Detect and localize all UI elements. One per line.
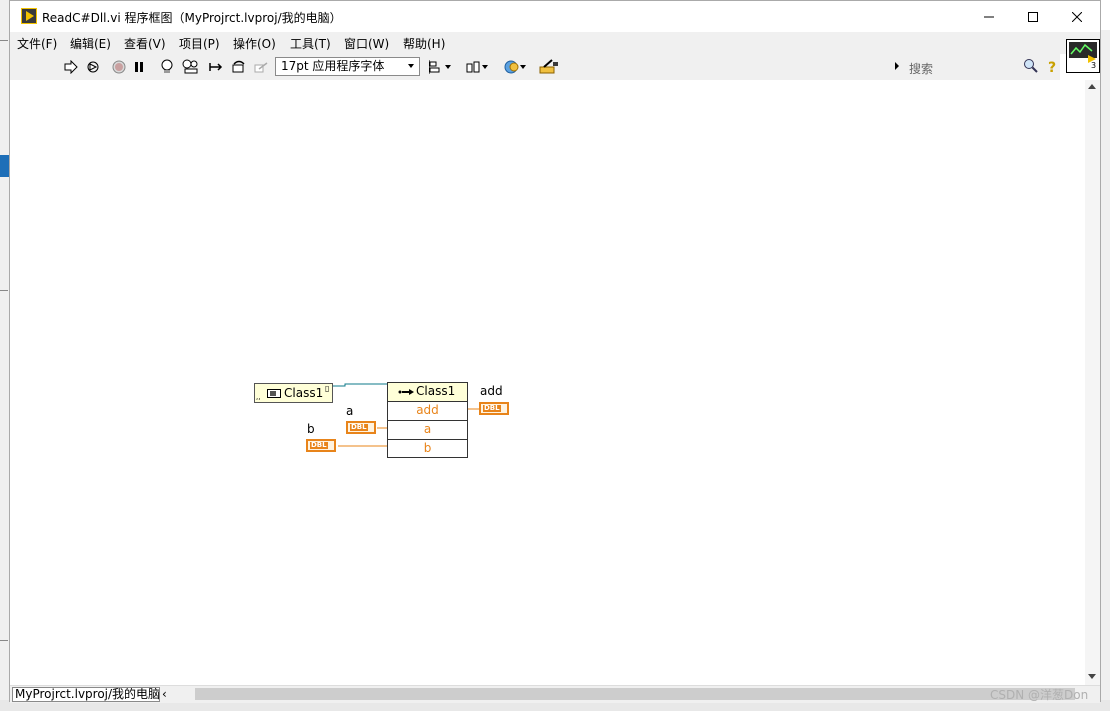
labview-app-icon [21, 8, 37, 24]
context-help-button[interactable]: ? [1043, 58, 1061, 76]
label-add: add [480, 384, 503, 398]
menu-view[interactable]: 查看(V) [124, 35, 166, 52]
vi-icon-connector-pane[interactable]: 3 [1066, 39, 1100, 73]
reorder-icon [504, 60, 526, 74]
reorder-button[interactable] [502, 58, 528, 76]
refnum-wire [333, 383, 388, 387]
dropdown-arrow-icon [408, 64, 414, 68]
menu-window[interactable]: 窗口(W) [344, 35, 389, 52]
block-diagram-canvas[interactable]: Class1 ,, ▯ Class1 add a b a b add DBL D… [10, 80, 1085, 685]
constructor-icon [267, 389, 281, 398]
property-row-add[interactable]: add [388, 401, 467, 421]
window-title: ReadC#Dll.vi 程序框图（MyProjrct.lvproj/我的电脑） [42, 11, 342, 25]
property-node-arrow-icon [398, 389, 414, 395]
project-context-field[interactable]: MyProjrct.lvproj/我的电脑 [12, 687, 160, 702]
retain-wire-values-button[interactable] [182, 58, 200, 76]
run-button[interactable] [62, 58, 80, 76]
background-divider [0, 290, 8, 291]
menu-operate[interactable]: 操作(O) [233, 35, 276, 52]
menu-help[interactable]: 帮助(H) [403, 35, 445, 52]
step-out-button[interactable] [252, 58, 270, 76]
constructor-class-label: Class1 [284, 386, 324, 400]
step-out-icon [254, 62, 268, 73]
minimize-button[interactable] [966, 1, 1012, 32]
pause-button[interactable] [130, 58, 148, 76]
search-placeholder: 搜索 [909, 62, 934, 76]
run-arrow-icon [64, 60, 78, 74]
align-objects-icon [429, 60, 451, 74]
step-into-icon [209, 63, 223, 71]
title-bar[interactable]: ReadC#Dll.vi 程序框图（MyProjrct.lvproj/我的电脑） [10, 1, 1100, 32]
property-node-header: Class1 [388, 383, 467, 402]
connector-pane-number: 3 [1091, 61, 1097, 70]
minimize-icon [984, 16, 994, 17]
menu-bar: 文件(F) 编辑(E) 查看(V) 项目(P) 操作(O) 工具(T) 窗口(W… [10, 32, 1100, 54]
step-into-button[interactable] [208, 58, 226, 76]
indicator-add-dbl[interactable]: DBL [479, 402, 509, 415]
menu-tools[interactable]: 工具(T) [290, 35, 331, 52]
background-window-right [1100, 30, 1110, 711]
background-divider [0, 640, 8, 641]
constructor-terminal-marker: ▯ [325, 384, 330, 393]
vertical-scrollbar[interactable] [1085, 80, 1100, 685]
property-node-class-label: Class1 [416, 384, 456, 398]
scroll-down-icon[interactable] [1088, 674, 1096, 679]
probe-icon [182, 59, 198, 74]
watermark: CSDN @洋葱Don [990, 688, 1089, 702]
scroll-left-icon[interactable]: ‹ [162, 687, 167, 701]
pause-icon [135, 62, 143, 72]
cleanup-diagram-button[interactable] [538, 58, 560, 76]
control-b-dbl[interactable]: DBL [306, 439, 336, 452]
property-row-a[interactable]: a [388, 420, 467, 440]
abort-stop-icon [112, 60, 126, 74]
run-continuously-button[interactable] [84, 58, 102, 76]
close-button[interactable] [1054, 1, 1100, 32]
constructor-terminal-marker: ,, [256, 393, 261, 401]
property-row-label: a [423, 422, 432, 436]
scroll-up-icon[interactable] [1088, 84, 1096, 89]
menu-edit[interactable]: 编辑(E) [70, 35, 111, 52]
block-diagram-window: ReadC#Dll.vi 程序框图（MyProjrct.lvproj/我的电脑）… [9, 0, 1101, 703]
step-over-button[interactable] [230, 58, 248, 76]
distribute-objects-button[interactable] [465, 58, 491, 76]
run-continuously-icon [87, 61, 99, 73]
abort-button[interactable] [110, 58, 128, 76]
close-icon [1072, 11, 1082, 22]
step-over-icon [232, 60, 245, 73]
label-a: a [346, 404, 354, 418]
property-row-b[interactable]: b [388, 439, 467, 457]
horizontal-scroll-thumb[interactable] [195, 688, 1075, 700]
control-a-dbl[interactable]: DBL [346, 421, 376, 434]
menu-project[interactable]: 项目(P) [179, 35, 220, 52]
search-input[interactable]: 搜索 [905, 57, 1038, 76]
cleanup-broom-icon [539, 59, 558, 74]
svg-text:?: ? [1048, 60, 1056, 75]
search-expand-icon[interactable] [895, 62, 899, 70]
property-node[interactable]: Class1 add a b [387, 382, 468, 458]
status-and-horizontal-scroll: MyProjrct.lvproj/我的电脑 ‹ [10, 685, 1100, 703]
wires-layer [333, 383, 479, 447]
font-dropdown[interactable]: 17pt 应用程序字体 [275, 57, 420, 76]
property-row-label: add [416, 403, 439, 417]
background-divider [0, 40, 8, 41]
highlight-execution-button[interactable] [158, 58, 176, 76]
menu-file[interactable]: 文件(F) [17, 35, 57, 52]
property-row-label: b [423, 441, 432, 455]
font-dropdown-value: 17pt 应用程序字体 [281, 59, 385, 73]
search-icon[interactable] [1023, 58, 1039, 74]
toolbar: 17pt 应用程序字体 搜索 ? [10, 54, 1060, 81]
maximize-icon [1028, 11, 1038, 22]
lightbulb-icon [161, 59, 173, 73]
align-objects-button[interactable] [428, 58, 454, 76]
maximize-button[interactable] [1010, 1, 1056, 32]
distribute-objects-icon [466, 61, 488, 73]
constructor-node[interactable]: Class1 ,, ▯ [254, 383, 333, 403]
help-question-icon: ? [1048, 60, 1056, 75]
label-b: b [307, 422, 315, 436]
